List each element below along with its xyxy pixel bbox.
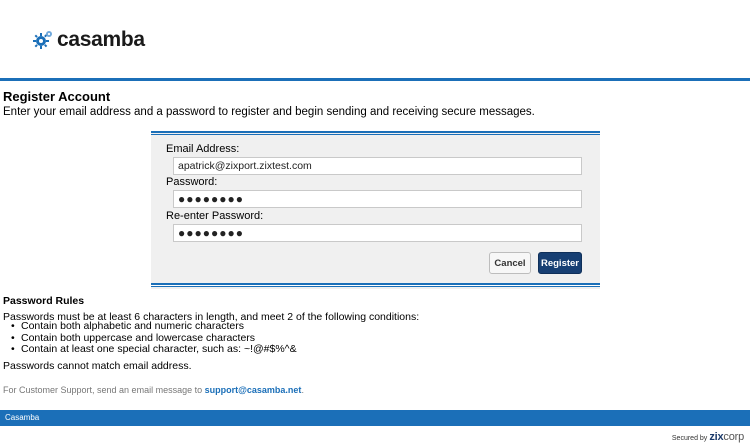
form-top-divider — [151, 131, 600, 135]
support-text: For Customer Support, send an email mess… — [3, 385, 203, 395]
page-title: Register Account — [3, 89, 111, 104]
footer-bar: Casamba — [0, 410, 750, 426]
brand-name: casamba — [57, 28, 145, 51]
casamba-logo: casamba — [32, 28, 145, 52]
email-field[interactable]: apatrick@zixport.zixtest.com — [173, 157, 582, 175]
gear-icon — [33, 31, 52, 49]
cancel-button[interactable]: Cancel — [489, 252, 531, 274]
header: casamba — [0, 0, 750, 78]
support-suffix: . — [301, 385, 304, 395]
secured-by-badge: Secured by zixcorp — [672, 431, 744, 443]
secured-label: Secured by — [671, 435, 708, 442]
reenter-password-field[interactable]: ●●●●●●●● — [173, 224, 582, 242]
header-divider — [0, 78, 750, 81]
zixcorp-logo: zixcorp — [709, 431, 744, 443]
support-message: For Customer Support, send an email mess… — [3, 385, 304, 395]
register-form: Email Address: apatrick@zixport.zixtest.… — [151, 131, 600, 289]
register-button[interactable]: Register — [538, 252, 582, 274]
page-subtitle: Enter your email address and a password … — [3, 106, 535, 118]
password-rules-title: Password Rules — [3, 295, 85, 307]
password-rules-note: Passwords cannot match email address. — [3, 360, 192, 372]
list-item: Contain both alphabetic and numeric char… — [11, 320, 297, 333]
password-rules-list: Contain both alphabetic and numeric char… — [11, 320, 297, 356]
support-email-link[interactable]: support@casamba.net — [205, 385, 302, 395]
email-label: Email Address: — [166, 143, 240, 155]
footer-brand: Casamba — [5, 413, 40, 422]
form-bottom-divider — [151, 283, 600, 287]
password-field[interactable]: ●●●●●●●● — [173, 190, 582, 208]
list-item: Contain at least one special character, … — [11, 343, 297, 356]
password-label: Password: — [166, 176, 218, 188]
reenter-password-label: Re-enter Password: — [166, 210, 264, 222]
